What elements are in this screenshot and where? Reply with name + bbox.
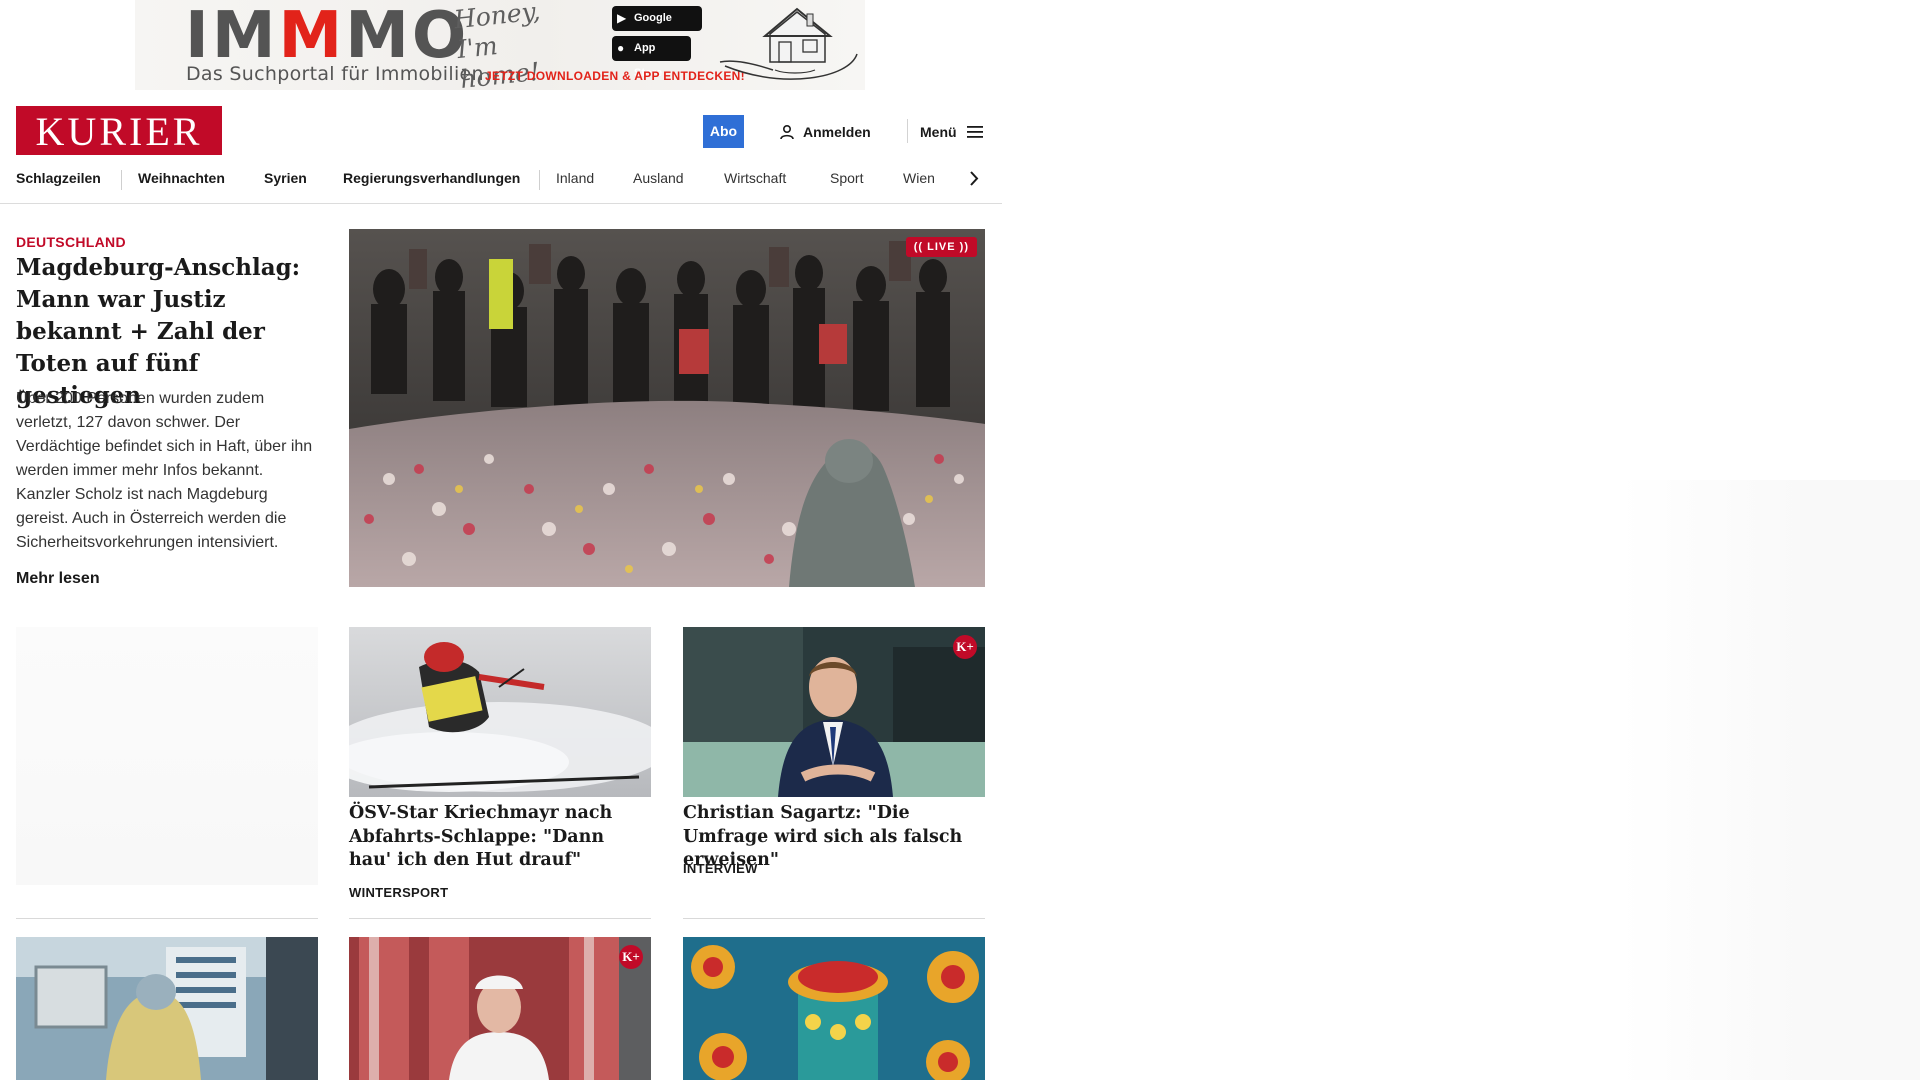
- house-in-hand-illustration: [719, 7, 858, 80]
- nav-item-wirtschaft[interactable]: Wirtschaft: [724, 162, 786, 204]
- page-background-gradient: [1620, 480, 1920, 1080]
- live-badge: (( LIVE )): [905, 237, 977, 257]
- ad-slot-placeholder: [16, 627, 318, 885]
- premium-label: K+: [956, 639, 974, 654]
- kurier-logo[interactable]: KURIER: [16, 106, 222, 155]
- card-kicker-wintersport[interactable]: WINTERSPORT: [349, 885, 448, 900]
- butcher-image: [349, 937, 651, 1080]
- nav-item-weihnachten[interactable]: Weihnachten: [138, 162, 225, 204]
- hospital-image: [16, 937, 318, 1080]
- painted-tin-image: [683, 937, 985, 1080]
- portrait-image: [683, 627, 985, 797]
- menu-label: Menü: [920, 123, 957, 140]
- app-store-badge[interactable]: ● App Store: [612, 36, 691, 79]
- kurier-plus-badge: K+: [619, 945, 643, 969]
- header-divider: [907, 119, 908, 143]
- nav-item-sport[interactable]: Sport: [830, 162, 863, 204]
- nav-scroll-right-button[interactable]: [968, 162, 988, 195]
- apple-icon: ●: [617, 41, 625, 55]
- nav-item-regierungsverhandlungen[interactable]: Regierungsverhandlungen: [343, 162, 520, 204]
- lead-kicker[interactable]: DEUTSCHLAND: [16, 234, 126, 250]
- nav-item-ausland[interactable]: Ausland: [633, 162, 684, 204]
- immmo-ad-logo: IMMMO: [185, 0, 470, 73]
- live-label: LIVE: [927, 241, 956, 253]
- card-image-butcher[interactable]: K+: [349, 937, 651, 1080]
- card-image-hospital[interactable]: [16, 937, 318, 1080]
- row-divider: [16, 918, 318, 919]
- category-nav: Schlagzeilen Weihnachten Syrien Regierun…: [0, 162, 1002, 204]
- nav-item-syrien[interactable]: Syrien: [264, 162, 307, 204]
- play-store-icon: ▶: [617, 11, 627, 25]
- hamburger-icon: [966, 125, 983, 138]
- nav-item-wien[interactable]: Wien: [903, 162, 935, 204]
- ad-tagline: Das Suchportal für Immobilien: [186, 63, 484, 85]
- kurier-plus-badge: K+: [953, 635, 977, 659]
- nav-item-schlagzeilen[interactable]: Schlagzeilen: [16, 162, 101, 204]
- card-image-decor[interactable]: [683, 937, 985, 1080]
- abo-button[interactable]: Abo: [703, 115, 744, 148]
- nav-item-inland[interactable]: Inland: [556, 162, 594, 204]
- ad-cta-text: JETZT DOWNLOADEN & APP ENTDECKEN!: [485, 69, 745, 83]
- nav-separator: [121, 170, 122, 190]
- lead-teaser: Über 200 Personen wurden zudem verletzt,…: [16, 390, 313, 551]
- chevron-right-icon: [970, 171, 979, 186]
- user-icon: [780, 124, 794, 139]
- card-title-kriechmayr[interactable]: ÖSV-Star Kriechmayr nach Ab­fahrts-Schla…: [349, 802, 651, 873]
- google-play-badge[interactable]: ▶ Google Play: [612, 6, 702, 49]
- lead-photo-memorial[interactable]: (( LIVE )): [349, 229, 985, 587]
- login-label: Anmelden: [803, 123, 871, 140]
- mehr-lesen-link[interactable]: Mehr lesen: [16, 570, 100, 588]
- top-ad-banner[interactable]: IMMMO Das Suchportal für Immobilien Hone…: [135, 0, 865, 90]
- nav-separator: [539, 170, 540, 190]
- row-divider: [349, 918, 651, 919]
- card-image-sagartz[interactable]: K+: [683, 627, 985, 797]
- premium-label: K+: [622, 949, 640, 964]
- row-divider: [683, 918, 985, 919]
- login-button[interactable]: Anmelden: [779, 115, 871, 148]
- skier-image: [349, 627, 651, 797]
- card-kicker-interview[interactable]: INTERVIEW: [683, 861, 758, 876]
- card-image-kriechmayr[interactable]: [349, 627, 651, 797]
- memorial-crowd-image: [349, 229, 985, 587]
- menu-button[interactable]: Menü: [920, 115, 983, 148]
